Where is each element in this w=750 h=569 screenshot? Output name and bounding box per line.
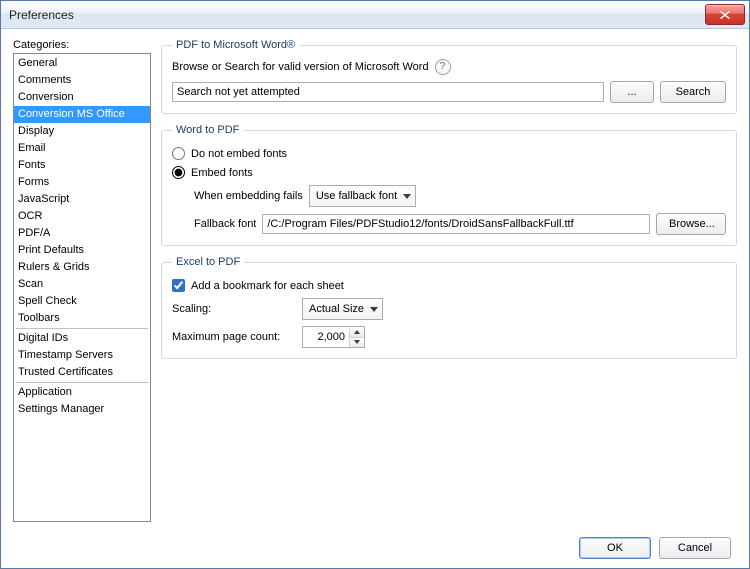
- fallback-font-browse-button[interactable]: Browse...: [656, 213, 726, 235]
- max-page-count-row: Maximum page count: 2,000: [172, 326, 726, 348]
- scaling-label: Scaling:: [172, 303, 296, 315]
- preferences-window: Preferences Categories: GeneralCommentsC…: [0, 0, 750, 569]
- category-item[interactable]: Application: [14, 384, 150, 401]
- max-page-count-spinner[interactable]: 2,000: [302, 326, 365, 348]
- ok-button[interactable]: OK: [579, 537, 651, 559]
- bookmark-checkbox[interactable]: [172, 279, 185, 292]
- word-browse-button[interactable]: ...: [610, 81, 654, 103]
- radio-embed-input[interactable]: [172, 166, 185, 179]
- pdf-to-word-hint-label: Browse or Search for valid version of Mi…: [172, 61, 429, 73]
- fallback-font-field[interactable]: [262, 214, 650, 234]
- dialog-body: Categories: GeneralCommentsConversionCon…: [1, 29, 749, 528]
- excel-to-pdf-group: Excel to PDF Add a bookmark for each she…: [161, 256, 737, 359]
- cancel-button[interactable]: Cancel: [659, 537, 731, 559]
- categories-label: Categories:: [13, 39, 151, 51]
- categories-separator: [16, 382, 148, 383]
- scaling-select[interactable]: Actual Size: [302, 298, 383, 320]
- category-item[interactable]: Forms: [14, 174, 150, 191]
- chevron-down-icon: [403, 194, 411, 199]
- pdf-to-word-controls: ... Search: [172, 81, 726, 103]
- arrow-down-icon: [354, 340, 360, 344]
- help-icon[interactable]: ?: [435, 59, 451, 75]
- category-item[interactable]: PDF/A: [14, 225, 150, 242]
- word-search-status-field[interactable]: [172, 82, 604, 102]
- chevron-down-icon: [370, 307, 378, 312]
- when-fail-select[interactable]: Use fallback font: [309, 185, 416, 207]
- fallback-font-label: Fallback font: [194, 218, 256, 230]
- when-fail-label: When embedding fails: [194, 190, 303, 202]
- arrow-up-icon: [354, 330, 360, 334]
- spinner-down-button[interactable]: [350, 337, 364, 347]
- pdf-to-word-group: PDF to Microsoft Word® Browse or Search …: [161, 39, 737, 114]
- category-item[interactable]: Conversion MS Office: [14, 106, 150, 123]
- category-item[interactable]: Email: [14, 140, 150, 157]
- word-search-button[interactable]: Search: [660, 81, 726, 103]
- spinner-buttons: [349, 328, 364, 347]
- category-item[interactable]: Comments: [14, 72, 150, 89]
- category-item[interactable]: Digital IDs: [14, 330, 150, 347]
- category-item[interactable]: Fonts: [14, 157, 150, 174]
- titlebar: Preferences: [1, 1, 749, 29]
- settings-pane: PDF to Microsoft Word® Browse or Search …: [161, 39, 737, 522]
- bookmark-each-sheet[interactable]: Add a bookmark for each sheet: [172, 279, 726, 292]
- category-item[interactable]: Trusted Certificates: [14, 364, 150, 381]
- categories-list[interactable]: GeneralCommentsConversionConversion MS O…: [13, 53, 151, 522]
- category-item[interactable]: Timestamp Servers: [14, 347, 150, 364]
- category-item[interactable]: Conversion: [14, 89, 150, 106]
- max-page-count-label: Maximum page count:: [172, 331, 296, 343]
- dialog-footer: OK Cancel: [1, 528, 749, 568]
- window-title: Preferences: [9, 8, 705, 22]
- category-item[interactable]: General: [14, 55, 150, 72]
- word-to-pdf-group: Word to PDF Do not embed fonts Embed fon…: [161, 124, 737, 246]
- fallback-font-row: Fallback font Browse...: [194, 213, 726, 235]
- category-item[interactable]: OCR: [14, 208, 150, 225]
- radio-no-embed[interactable]: Do not embed fonts: [172, 147, 726, 160]
- radio-embed[interactable]: Embed fonts: [172, 166, 726, 179]
- category-item[interactable]: Toolbars: [14, 310, 150, 327]
- word-to-pdf-legend: Word to PDF: [172, 124, 243, 136]
- excel-to-pdf-legend: Excel to PDF: [172, 256, 244, 268]
- when-embedding-fails-row: When embedding fails Use fallback font: [194, 185, 726, 207]
- category-item[interactable]: Spell Check: [14, 293, 150, 310]
- radio-embed-label: Embed fonts: [191, 167, 253, 179]
- spinner-up-button[interactable]: [350, 328, 364, 337]
- scaling-value: Actual Size: [309, 303, 364, 315]
- category-item[interactable]: Scan: [14, 276, 150, 293]
- categories-pane: Categories: GeneralCommentsConversionCon…: [13, 39, 151, 522]
- close-icon: [720, 11, 730, 19]
- when-fail-value: Use fallback font: [316, 190, 397, 202]
- window-close-button[interactable]: [705, 4, 745, 25]
- pdf-to-word-hint-row: Browse or Search for valid version of Mi…: [172, 59, 726, 75]
- pdf-to-word-legend: PDF to Microsoft Word®: [172, 39, 299, 51]
- radio-no-embed-input[interactable]: [172, 147, 185, 160]
- category-item[interactable]: Settings Manager: [14, 401, 150, 418]
- radio-no-embed-label: Do not embed fonts: [191, 148, 287, 160]
- scaling-row: Scaling: Actual Size: [172, 298, 726, 320]
- max-page-count-value: 2,000: [303, 331, 349, 343]
- bookmark-label: Add a bookmark for each sheet: [191, 280, 344, 292]
- category-item[interactable]: Display: [14, 123, 150, 140]
- category-item[interactable]: Rulers & Grids: [14, 259, 150, 276]
- category-item[interactable]: Print Defaults: [14, 242, 150, 259]
- category-item[interactable]: JavaScript: [14, 191, 150, 208]
- categories-separator: [16, 328, 148, 329]
